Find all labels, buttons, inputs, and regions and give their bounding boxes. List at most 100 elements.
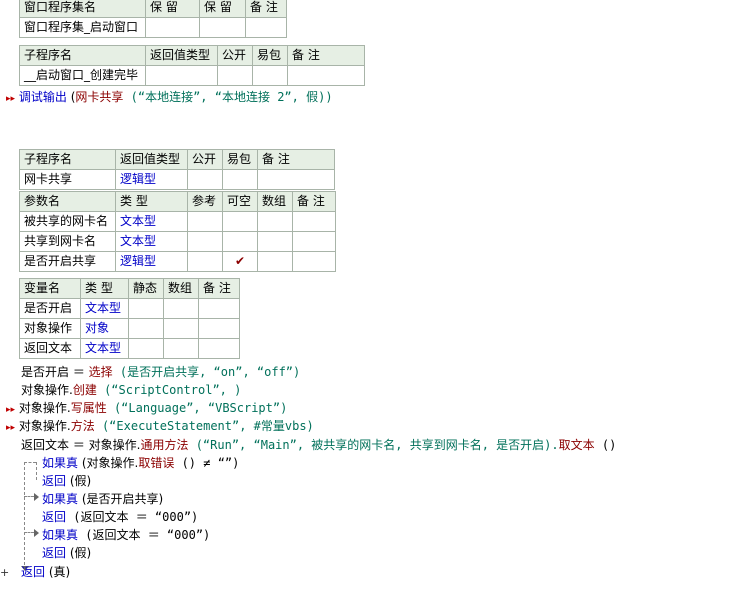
code-text: 对象操作. bbox=[18, 419, 71, 433]
assembly-table: 窗口程序集名 保 留 保 留 备 注 窗口程序集_启动窗口 bbox=[19, 0, 287, 38]
param-note-cell[interactable] bbox=[292, 211, 336, 232]
param-name-cell[interactable]: 被共享的网卡名 bbox=[19, 211, 116, 232]
params-header-ref: 参考 bbox=[187, 191, 223, 212]
params-header-note: 备 注 bbox=[292, 191, 336, 212]
param-nullable-cell[interactable] bbox=[222, 231, 258, 252]
sub1-public-cell[interactable] bbox=[217, 65, 253, 86]
params-header-name: 参数名 bbox=[19, 191, 116, 212]
checkmark-icon[interactable]: ✔ bbox=[222, 251, 258, 272]
var-name-cell[interactable]: 是否开启 bbox=[19, 298, 81, 319]
var-note-cell[interactable] bbox=[198, 318, 240, 339]
params-header-array: 数组 bbox=[257, 191, 293, 212]
param-nullable-cell[interactable] bbox=[222, 211, 258, 232]
var-name-cell[interactable]: 返回文本 bbox=[19, 338, 81, 359]
code-fn: 取文本 bbox=[558, 438, 595, 452]
code-line[interactable]: 如果真 (对象操作.取错误 () ≠ “”) bbox=[42, 455, 239, 471]
code-line[interactable]: 返回 (假) bbox=[42, 473, 91, 489]
assembly-header-note: 备 注 bbox=[245, 0, 287, 18]
sub2-public-cell[interactable] bbox=[187, 169, 223, 190]
table-row: 被共享的网卡名 文本型 bbox=[19, 211, 336, 232]
var-static-cell[interactable] bbox=[128, 338, 164, 359]
sub1-header-public: 公开 bbox=[217, 45, 253, 66]
sub2-name-cell[interactable]: 网卡共享 bbox=[19, 169, 116, 190]
var-array-cell[interactable] bbox=[163, 298, 199, 319]
param-array-cell[interactable] bbox=[257, 231, 293, 252]
var-note-cell[interactable] bbox=[198, 338, 240, 359]
var-type-cell[interactable]: 文本型 bbox=[80, 298, 129, 319]
sub1-table: 子程序名 返回值类型 公开 易包 备 注 __启动窗口_创建完毕 bbox=[19, 45, 365, 86]
param-type-cell[interactable]: 逻辑型 bbox=[115, 251, 188, 272]
code-line-debug[interactable]: ▸▸ 调试输出 (网卡共享 (“本地连接”, “本地连接 2”, 假)) bbox=[6, 89, 333, 107]
code-text: (是否开启共享) bbox=[78, 492, 164, 506]
param-type-cell[interactable]: 文本型 bbox=[115, 231, 188, 252]
var-static-cell[interactable] bbox=[128, 298, 164, 319]
sub2-table: 子程序名 返回值类型 公开 易包 备 注 网卡共享 逻辑型 bbox=[19, 149, 335, 190]
vars-header-type: 类 型 bbox=[80, 278, 129, 299]
flow-line bbox=[24, 532, 34, 533]
sub1-header-name: 子程序名 bbox=[19, 45, 146, 66]
code-line[interactable]: ▸▸ 对象操作.写属性 (“Language”, “VBScript”) bbox=[6, 400, 287, 418]
param-array-cell[interactable] bbox=[257, 211, 293, 232]
sub1-note-cell[interactable] bbox=[287, 65, 365, 86]
assembly-note-cell[interactable] bbox=[245, 17, 287, 38]
code-line[interactable]: 返回文本 ＝ 对象操作.通用方法 (“Run”, “Main”, 被共享的网卡名… bbox=[21, 437, 616, 453]
sub2-epkg-cell[interactable] bbox=[222, 169, 258, 190]
flow-line bbox=[36, 462, 37, 480]
param-ref-cell[interactable] bbox=[187, 211, 223, 232]
code-text: 对象操作. bbox=[21, 383, 73, 397]
expand-arrow-icon[interactable] bbox=[34, 493, 39, 501]
table-row: 返回文本 文本型 bbox=[19, 338, 240, 359]
var-note-cell[interactable] bbox=[198, 298, 240, 319]
sub2-return-cell[interactable]: 逻辑型 bbox=[115, 169, 188, 190]
code-keyword: 返回 bbox=[42, 546, 67, 560]
var-type-cell[interactable]: 文本型 bbox=[80, 338, 129, 359]
expand-arrow-icon[interactable] bbox=[34, 529, 39, 537]
code-fn: 通用方法 bbox=[140, 438, 189, 452]
assembly-header-reserve2: 保 留 bbox=[199, 0, 246, 18]
sub2-note-cell[interactable] bbox=[257, 169, 335, 190]
assembly-name-cell[interactable]: 窗口程序集_启动窗口 bbox=[19, 17, 146, 38]
param-name-cell[interactable]: 是否开启共享 bbox=[19, 251, 116, 272]
var-static-cell[interactable] bbox=[128, 318, 164, 339]
code-args: (“Language”, “VBScript”) bbox=[106, 401, 288, 415]
code-line[interactable]: 是否开启 ＝ 选择 (是否开启共享, “on”, “off”) bbox=[21, 364, 300, 380]
sub1-name-cell[interactable]: __启动窗口_创建完毕 bbox=[19, 65, 146, 86]
code-fn: 写属性 bbox=[70, 401, 107, 415]
sub1-header-return: 返回值类型 bbox=[145, 45, 218, 66]
param-name-cell[interactable]: 共享到网卡名 bbox=[19, 231, 116, 252]
assembly-header-reserve1: 保 留 bbox=[145, 0, 200, 18]
sub1-epkg-cell[interactable] bbox=[252, 65, 288, 86]
sub1-return-cell[interactable] bbox=[145, 65, 218, 86]
param-ref-cell[interactable] bbox=[187, 251, 223, 272]
var-array-cell[interactable] bbox=[163, 338, 199, 359]
debug-args: (“本地连接”, “本地连接 2”, 假)) bbox=[123, 90, 333, 104]
table-row: 对象操作 对象 bbox=[19, 318, 240, 339]
param-note-cell[interactable] bbox=[292, 231, 336, 252]
vars-header-name: 变量名 bbox=[19, 278, 81, 299]
param-type-cell[interactable]: 文本型 bbox=[115, 211, 188, 232]
var-name-cell[interactable]: 对象操作 bbox=[19, 318, 81, 339]
code-line[interactable]: 返回 (返回文本 ＝ “000”) bbox=[42, 509, 198, 525]
plus-icon[interactable]: + bbox=[0, 566, 9, 579]
param-note-cell[interactable] bbox=[292, 251, 336, 272]
code-line[interactable]: 对象操作.创建 (“ScriptControl”, ) bbox=[21, 382, 241, 398]
code-line[interactable]: ▸▸ 对象操作.方法 (“ExecuteStatement”, #常量vbs) bbox=[6, 418, 314, 436]
assembly-reserve1-cell[interactable] bbox=[145, 17, 200, 38]
vars-header-array: 数组 bbox=[163, 278, 199, 299]
code-line[interactable]: 如果真 (返回文本 ＝ “000”) bbox=[42, 527, 210, 543]
code-keyword: 返回 bbox=[21, 565, 46, 579]
sub1-header-note: 备 注 bbox=[287, 45, 365, 66]
var-type-cell[interactable]: 对象 bbox=[80, 318, 129, 339]
code-keyword: 如果真 bbox=[42, 492, 79, 506]
code-line[interactable]: + 返回 (真) bbox=[0, 564, 70, 581]
debug-cmd: 调试输出 bbox=[18, 90, 67, 104]
code-line[interactable]: 返回 (假) bbox=[42, 545, 91, 561]
var-array-cell[interactable] bbox=[163, 318, 199, 339]
param-ref-cell[interactable] bbox=[187, 231, 223, 252]
param-array-cell[interactable] bbox=[257, 251, 293, 272]
code-fn: 方法 bbox=[70, 419, 95, 433]
sub2-header-epkg: 易包 bbox=[222, 149, 258, 170]
code-line[interactable]: 如果真 (是否开启共享) bbox=[42, 491, 163, 507]
assembly-header-name: 窗口程序集名 bbox=[19, 0, 146, 18]
assembly-reserve2-cell[interactable] bbox=[199, 17, 246, 38]
